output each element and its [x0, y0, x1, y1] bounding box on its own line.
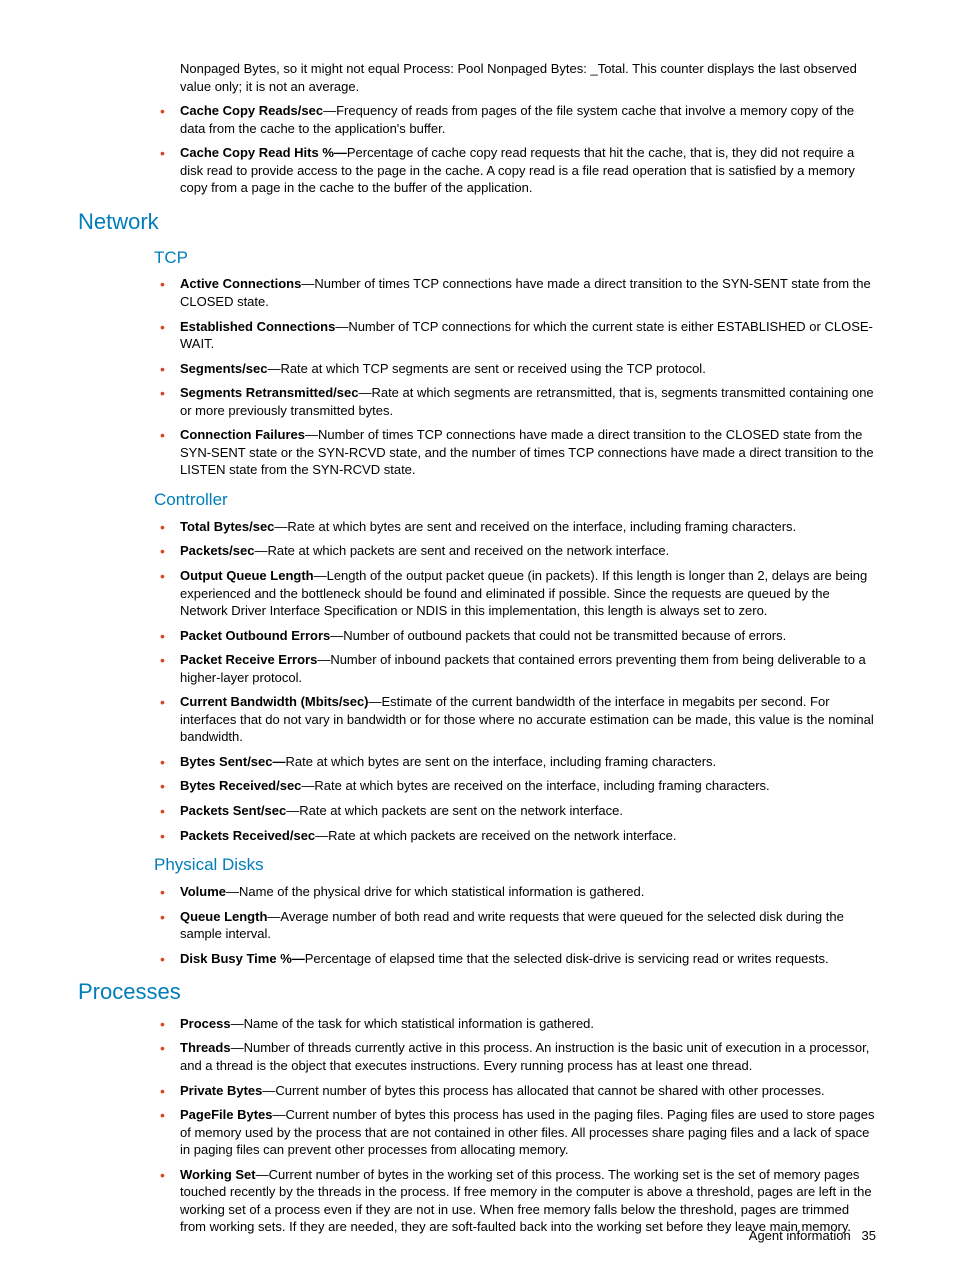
list-item: Packet Outbound Errors—Number of outboun…	[180, 627, 876, 645]
footer-label: Agent information	[749, 1228, 851, 1243]
processes-list: Process—Name of the task for which stati…	[78, 1015, 876, 1236]
list-item: Segments Retransmitted/sec—Rate at which…	[180, 384, 876, 419]
heading-network: Network	[78, 207, 876, 237]
heading-physical-disks: Physical Disks	[154, 854, 876, 877]
list-item: Total Bytes/sec—Rate at which bytes are …	[180, 518, 876, 536]
list-item: Current Bandwidth (Mbits/sec)—Estimate o…	[180, 693, 876, 746]
list-item: Private Bytes—Current number of bytes th…	[180, 1082, 876, 1100]
list-item: Working Set—Current number of bytes in t…	[180, 1166, 876, 1236]
list-item: Disk Busy Time %—Percentage of elapsed t…	[180, 950, 876, 968]
list-item: Established Connections—Number of TCP co…	[180, 318, 876, 353]
list-item: Active Connections—Number of times TCP c…	[180, 275, 876, 310]
list-item: Cache Copy Read Hits %—Percentage of cac…	[180, 144, 876, 197]
list-item: Packet Receive Errors—Number of inbound …	[180, 651, 876, 686]
heading-processes: Processes	[78, 977, 876, 1007]
heading-tcp: TCP	[154, 247, 876, 270]
list-item: Output Queue Length—Length of the output…	[180, 567, 876, 620]
list-item: PageFile Bytes—Current number of bytes t…	[180, 1106, 876, 1159]
list-item: Queue Length—Average number of both read…	[180, 908, 876, 943]
list-item: Segments/sec—Rate at which TCP segments …	[180, 360, 876, 378]
heading-controller: Controller	[154, 489, 876, 512]
list-item: Packets/sec—Rate at which packets are se…	[180, 542, 876, 560]
continuation-text: Nonpaged Bytes, so it might not equal Pr…	[78, 60, 876, 95]
list-item: Packets Received/sec—Rate at which packe…	[180, 827, 876, 845]
tcp-list: Active Connections—Number of times TCP c…	[78, 275, 876, 478]
list-item: Connection Failures—Number of times TCP …	[180, 426, 876, 479]
physical-disks-list: Volume—Name of the physical drive for wh…	[78, 883, 876, 967]
page-number: 35	[862, 1228, 876, 1243]
intro-list: Cache Copy Reads/sec—Frequency of reads …	[78, 102, 876, 197]
page-footer: Agent information 35	[749, 1227, 876, 1245]
list-item: Process—Name of the task for which stati…	[180, 1015, 876, 1033]
list-item: Packets Sent/sec—Rate at which packets a…	[180, 802, 876, 820]
list-item: Volume—Name of the physical drive for wh…	[180, 883, 876, 901]
list-item: Bytes Received/sec—Rate at which bytes a…	[180, 777, 876, 795]
list-item: Threads—Number of threads currently acti…	[180, 1039, 876, 1074]
list-item: Bytes Sent/sec—Rate at which bytes are s…	[180, 753, 876, 771]
list-item: Cache Copy Reads/sec—Frequency of reads …	[180, 102, 876, 137]
controller-list: Total Bytes/sec—Rate at which bytes are …	[78, 518, 876, 844]
